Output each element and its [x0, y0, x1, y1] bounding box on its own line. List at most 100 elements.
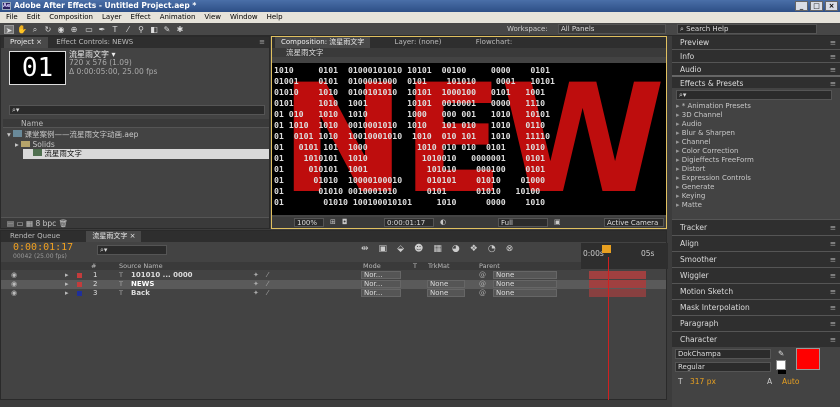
menu-view[interactable]: View — [204, 12, 221, 23]
pick-whip-icon[interactable]: @ — [479, 280, 486, 289]
comp-subtab[interactable]: 流星雨文字 — [272, 48, 666, 57]
tab-flowchart[interactable]: Flowchart: — [470, 37, 519, 48]
font-family-dropdown[interactable]: DokChampa — [675, 349, 771, 359]
effects-category-item[interactable]: ▸ Keying — [676, 192, 832, 201]
comp-viewer[interactable]: NEWS 1010 0101 01000101010 10101 00100 0… — [272, 63, 666, 215]
effects-category-item[interactable]: ▸ Digieffects FreeForm — [676, 156, 832, 165]
live-update-icon[interactable]: ▣ — [379, 244, 388, 254]
parent-dropdown[interactable]: None — [493, 271, 557, 279]
panel-menu-icon[interactable]: ≡ — [830, 316, 836, 332]
visibility-eye-icon[interactable]: ◉ — [11, 280, 17, 289]
switch-shy-icon[interactable]: ✦ — [253, 289, 259, 298]
effects-category-item[interactable]: ▸ 3D Channel — [676, 111, 832, 120]
effects-search-input[interactable]: ⌕▾ — [676, 90, 832, 100]
mode-dropdown[interactable]: Nor... — [361, 280, 401, 288]
expand-arrow-icon[interactable]: ▸ — [65, 271, 69, 280]
clone-stamp-tool-icon[interactable]: ⚲ — [136, 25, 146, 34]
panel-header-motion-sketch[interactable]: Motion Sketch ≡ — [672, 283, 840, 299]
delete-icon[interactable]: 🗑 — [59, 219, 69, 228]
panel-menu-icon[interactable]: ≡ — [830, 332, 836, 348]
list-item[interactable]: 流星雨文字 — [23, 149, 269, 159]
zoom-tool-icon[interactable]: ⌕ — [30, 25, 40, 34]
effects-category-item[interactable]: ▸ * Animation Presets — [676, 102, 832, 111]
effects-category-item[interactable]: ▸ Color Correction — [676, 147, 832, 156]
tab-render-queue[interactable]: Render Queue — [4, 231, 66, 242]
panel-menu-icon[interactable]: ≡ — [830, 284, 836, 300]
pick-whip-icon[interactable]: @ — [479, 271, 486, 280]
effects-category-item[interactable]: ▸ Channel — [676, 138, 832, 147]
column-t[interactable]: T — [413, 262, 417, 270]
show-channel-icon[interactable]: ◐ — [440, 217, 446, 228]
switch-quality-icon[interactable]: ⁄ — [267, 271, 268, 280]
timeline-search-input[interactable]: ⌕▾ — [97, 245, 167, 255]
zoom-dropdown[interactable]: 100% — [294, 218, 324, 227]
list-item[interactable]: ▸ Solids — [15, 140, 55, 149]
effects-category-item[interactable]: ▸ Expression Controls — [676, 174, 832, 183]
panel-header-paragraph[interactable]: Paragraph ≡ — [672, 315, 840, 331]
tab-timeline-comp[interactable]: 流星雨文字 × — [86, 231, 142, 242]
label-color-swatch[interactable] — [77, 282, 82, 287]
menu-help[interactable]: Help — [267, 12, 283, 23]
column-number[interactable]: # — [91, 262, 96, 270]
column-trkmat[interactable]: TrkMat — [428, 262, 450, 270]
brainstorm-icon[interactable]: ❖ — [470, 244, 478, 254]
switch-quality-icon[interactable]: ⁄ — [267, 289, 268, 298]
effects-category-item[interactable]: ▸ Audio — [676, 120, 832, 129]
name-column-header[interactable]: Name — [3, 119, 269, 128]
font-size-value[interactable]: 317 px — [690, 377, 716, 386]
font-style-dropdown[interactable]: Regular — [675, 362, 771, 372]
mode-dropdown[interactable]: Nor... — [361, 289, 401, 297]
auto-keyframe-icon[interactable]: ⊗ — [506, 244, 514, 254]
camera-tool-icon[interactable]: ◉ — [56, 25, 66, 34]
mode-dropdown[interactable]: Nor... — [361, 271, 401, 279]
comp-mini-flowchart-icon[interactable]: ⇹ — [361, 244, 369, 254]
panel-menu-icon[interactable]: ≡ — [830, 252, 836, 268]
selection-tool-icon[interactable]: ➤ — [4, 25, 14, 35]
roto-brush-tool-icon[interactable]: ✎ — [162, 25, 172, 34]
camera-view-dropdown[interactable]: Active Camera — [604, 218, 664, 227]
bit-depth-label[interactable]: 8 bpc — [35, 219, 56, 228]
eyedropper-icon[interactable]: ✎ — [778, 349, 784, 358]
column-source-name[interactable]: Source Name — [119, 262, 163, 270]
menu-effect[interactable]: Effect — [131, 12, 151, 23]
expand-arrow-icon[interactable]: ▸ — [65, 280, 69, 289]
grid-icon[interactable]: ⊞ — [330, 217, 336, 228]
panel-header-wiggler[interactable]: Wiggler ≡ — [672, 267, 840, 283]
layer-duration-bar[interactable] — [589, 271, 646, 279]
effects-presets-label[interactable]: Effects & Presets — [680, 79, 743, 88]
layer-duration-bar[interactable] — [589, 289, 646, 297]
panel-header-align[interactable]: Align ≡ — [672, 235, 840, 251]
graph-editor-icon[interactable]: ◔ — [488, 244, 496, 254]
label-color-swatch[interactable] — [77, 273, 82, 278]
parent-dropdown[interactable]: None — [493, 280, 557, 288]
frame-blending-icon[interactable]: ▦ — [433, 244, 442, 254]
brush-tool-icon[interactable]: ⁄ — [123, 25, 133, 34]
workspace-dropdown[interactable]: All Panels — [558, 24, 666, 34]
new-folder-icon[interactable]: ▭ — [16, 219, 25, 228]
switch-shy-icon[interactable]: ✦ — [253, 271, 259, 280]
black-swatch[interactable] — [778, 370, 786, 374]
table-row[interactable]: ◉ ▸ 2 T NEWS ✦ ⁄ Nor... None @ None — [1, 280, 666, 289]
tab-layer[interactable]: Layer: (none) — [389, 37, 448, 48]
rectangle-tool-icon[interactable]: ▭ — [84, 25, 94, 34]
menu-edit[interactable]: Edit — [27, 12, 41, 23]
effects-category-item[interactable]: ▸ Matte — [676, 201, 832, 210]
draft-3d-icon[interactable]: ⬙ — [397, 244, 404, 254]
menu-window[interactable]: Window — [230, 12, 258, 23]
hide-shy-icon[interactable]: ☻ — [414, 244, 423, 254]
column-parent[interactable]: Parent — [479, 262, 500, 270]
effects-category-item[interactable]: ▸ Generate — [676, 183, 832, 192]
motion-blur-icon[interactable]: ◕ — [452, 244, 460, 254]
trkmat-dropdown[interactable]: None — [427, 289, 465, 297]
switch-shy-icon[interactable]: ✦ — [253, 280, 259, 289]
panel-menu-icon[interactable]: ≡ — [830, 300, 836, 316]
effects-category-item[interactable]: ▸ Blur & Sharpen — [676, 129, 832, 138]
text-tool-icon[interactable]: T — [110, 25, 120, 34]
maximize-button[interactable]: □ — [810, 1, 823, 11]
layer-name[interactable]: Back — [131, 289, 150, 298]
menu-animation[interactable]: Animation — [160, 12, 196, 23]
minimize-button[interactable]: _ — [795, 1, 808, 11]
preview-label[interactable]: Preview — [680, 38, 709, 47]
parent-dropdown[interactable]: None — [493, 289, 557, 297]
hand-tool-icon[interactable]: ✋ — [17, 25, 27, 34]
